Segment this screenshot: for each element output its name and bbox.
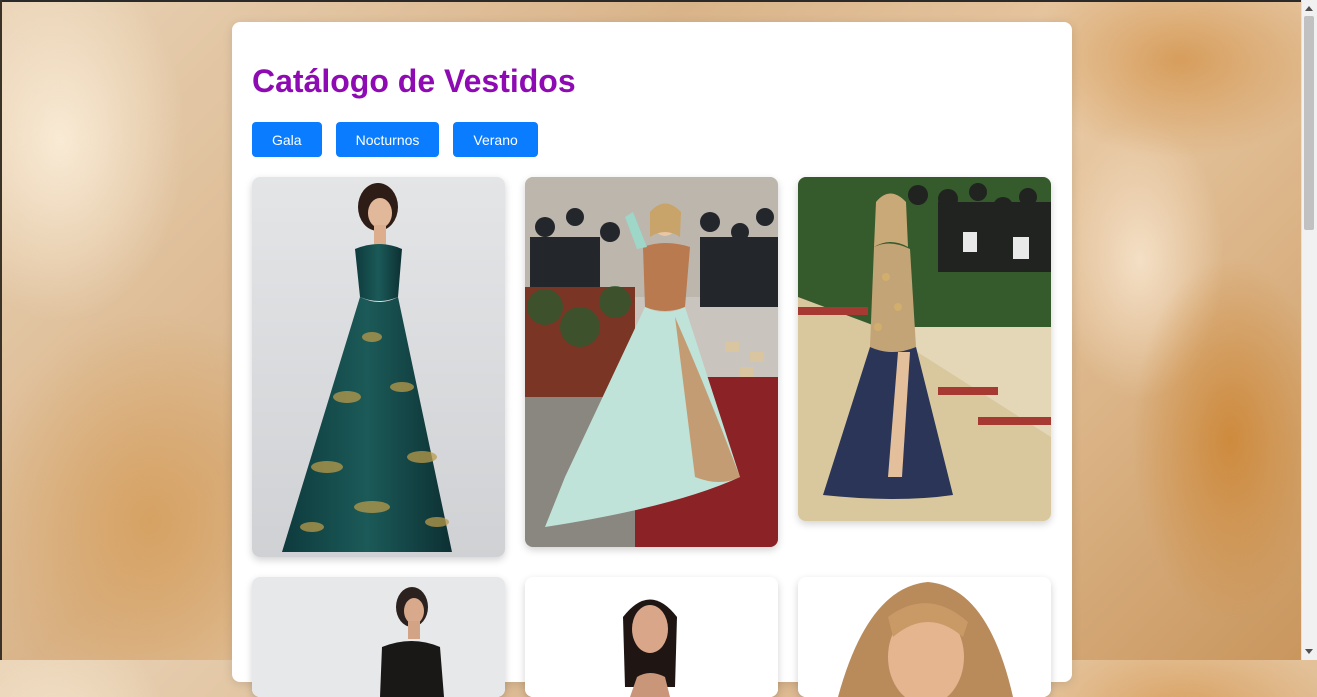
product-image bbox=[525, 577, 778, 697]
product-image bbox=[252, 577, 505, 697]
page-title: Catálogo de Vestidos bbox=[252, 63, 576, 99]
product-image bbox=[798, 177, 1051, 521]
window-left-border bbox=[0, 0, 2, 660]
filter-bar: Gala Nocturnos Verano bbox=[252, 122, 538, 157]
window-top-border bbox=[0, 0, 1302, 2]
filter-gala-button[interactable]: Gala bbox=[252, 122, 322, 157]
product-image bbox=[525, 177, 778, 547]
product-image bbox=[798, 577, 1051, 697]
filter-nocturnos-button[interactable]: Nocturnos bbox=[335, 122, 440, 157]
product-card[interactable] bbox=[252, 577, 505, 697]
product-card[interactable] bbox=[798, 177, 1051, 521]
product-card[interactable] bbox=[798, 577, 1051, 697]
product-image bbox=[252, 177, 505, 557]
catalog-panel: Catálogo de Vestidos Gala Nocturnos Vera… bbox=[232, 22, 1072, 697]
scrollbar-thumb[interactable] bbox=[1304, 16, 1314, 230]
product-card[interactable] bbox=[525, 577, 778, 697]
product-card[interactable] bbox=[252, 177, 505, 557]
scroll-down-icon[interactable] bbox=[1305, 649, 1313, 654]
scroll-up-icon[interactable] bbox=[1305, 6, 1313, 11]
vertical-scrollbar[interactable] bbox=[1301, 0, 1317, 660]
filter-verano-button[interactable]: Verano bbox=[453, 122, 538, 157]
product-card[interactable] bbox=[525, 177, 778, 547]
